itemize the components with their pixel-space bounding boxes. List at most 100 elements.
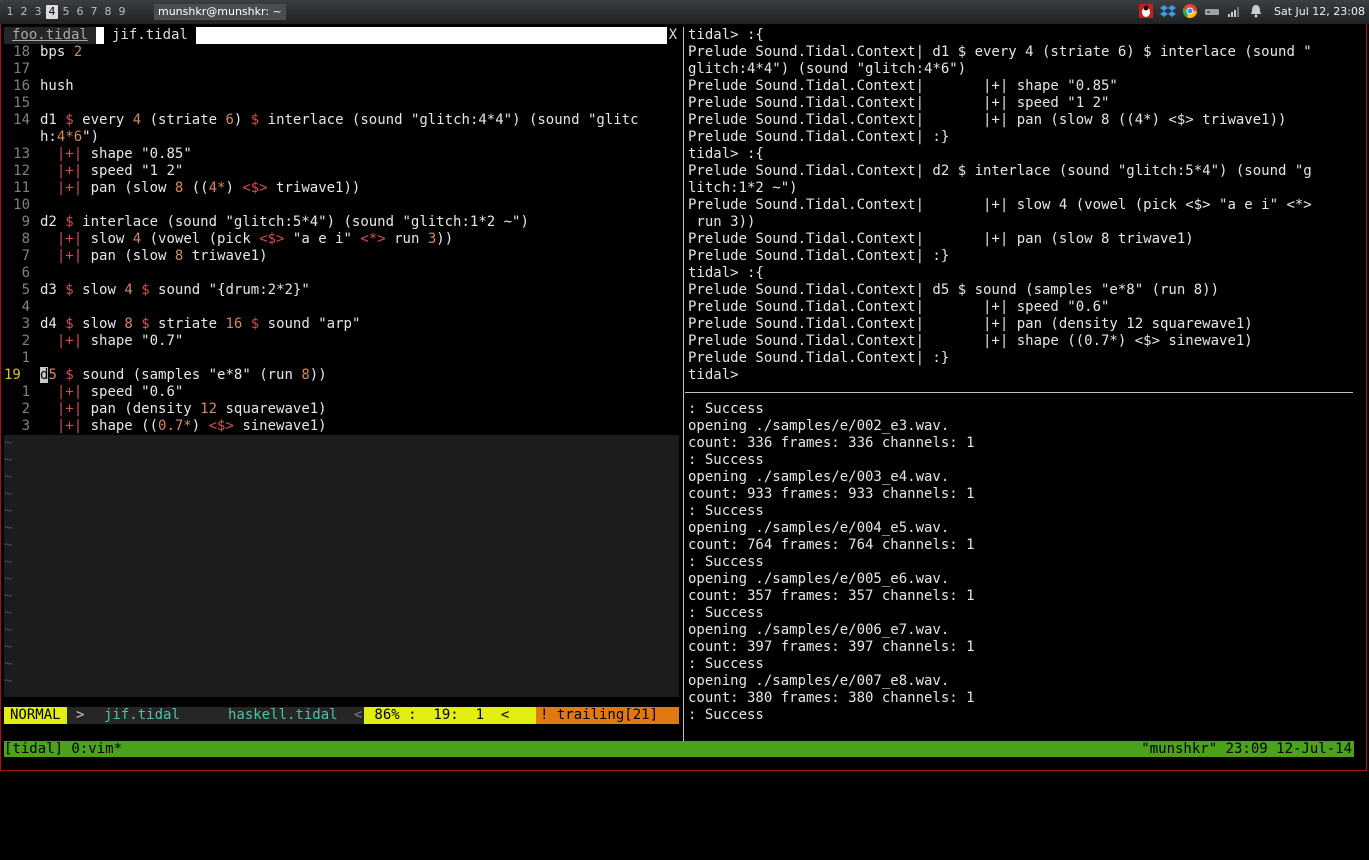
code-line[interactable]: 13 |+| shape "0.85": [4, 146, 678, 163]
vim-editor-pane[interactable]: foo.tidal jif.tidal X 18 bps 2 17 16 hush 15 1…: [4, 27, 679, 724]
trailing-whitespace-warning: ! trailing[21]: [536, 707, 679, 724]
tux-icon[interactable]: [1138, 3, 1154, 19]
workspace-8[interactable]: 8: [102, 5, 114, 19]
line-number: 1: [21, 350, 30, 366]
vim-statusline: NORMAL > jif.tidal haskell.tidal < 86% :…: [4, 707, 679, 724]
code-line[interactable]: 12 |+| speed "1 2": [4, 163, 678, 180]
code-line[interactable]: 9 d2 $ interlace (sound "glitch:5*4") (so…: [4, 214, 678, 231]
workspace-2[interactable]: 2: [18, 5, 30, 19]
log-line: : Success: [688, 656, 764, 672]
repl-line: Prelude Sound.Tidal.Context| |+| pan (sl…: [688, 231, 1194, 247]
line-number: 17: [13, 61, 30, 77]
drive-icon[interactable]: [1204, 3, 1220, 19]
log-line: opening ./samples/e/007_e8.wav.: [688, 673, 950, 689]
code-line[interactable]: 19 d5 $ sound (samples "e*8" (run 8)): [4, 367, 678, 384]
code-line[interactable]: 1: [4, 350, 678, 367]
line-number: 14: [13, 112, 30, 128]
code-line[interactable]: 7 |+| pan (slow 8 triwave1): [4, 248, 678, 265]
close-tab-button[interactable]: X: [667, 27, 679, 44]
tab-jif-tidal[interactable]: jif.tidal: [104, 27, 196, 44]
repl-line: Prelude Sound.Tidal.Context| |+| speed "…: [688, 299, 1110, 315]
repl-line: tidal> :{: [688, 27, 764, 43]
chrome-icon[interactable]: [1182, 3, 1198, 19]
code-text: d2 $ interlace (sound "glitch:5*4") (sou…: [40, 214, 529, 230]
clock[interactable]: Sat Jul 12, 23:08: [1274, 5, 1365, 18]
code-text: bps 2: [40, 44, 83, 60]
code-line[interactable]: 16 hush: [4, 78, 678, 95]
sample-loader-log-pane[interactable]: : Success opening ./samples/e/002_e3.wav.…: [688, 401, 975, 724]
line-number: 19: [4, 367, 21, 383]
code-line[interactable]: 15: [4, 95, 678, 112]
code-text: |+| slow 4 (vowel (pick <$> "a e i" <*> …: [56, 231, 454, 247]
log-line: count: 933 frames: 933 channels: 1: [688, 486, 975, 502]
log-line: : Success: [688, 452, 764, 468]
repl-line: Prelude Sound.Tidal.Context| :}: [688, 129, 950, 145]
empty-line-marker: ~: [4, 622, 13, 638]
statusline-separator: >: [76, 707, 85, 723]
repl-line: Prelude Sound.Tidal.Context| d5 $ sound …: [688, 282, 1220, 298]
repl-line: Prelude Sound.Tidal.Context| :}: [688, 248, 950, 264]
code-line[interactable]: 8 |+| slow 4 (vowel (pick <$> "a e i" <*…: [4, 231, 678, 248]
statusline-filename: jif.tidal: [104, 707, 180, 723]
repl-line: Prelude Sound.Tidal.Context| |+| shape "…: [688, 78, 1118, 94]
line-number: 12: [13, 163, 30, 179]
repl-line: Prelude Sound.Tidal.Context| |+| slow 4 …: [688, 197, 1312, 213]
code-text: hush: [40, 78, 74, 94]
code-line[interactable]: 2 |+| pan (density 12 squarewave1): [4, 401, 678, 418]
repl-line: Prelude Sound.Tidal.Context| d2 $ interl…: [688, 163, 1312, 179]
code-line[interactable]: 3 d4 $ slow 8 $ striate 16 $ sound "arp": [4, 316, 678, 333]
empty-line-marker: ~: [4, 571, 13, 587]
code-text: |+| shape ((0.7*) <$> sinewave1): [56, 418, 327, 434]
log-line: count: 380 frames: 380 channels: 1: [688, 690, 975, 706]
code-line[interactable]: 10: [4, 197, 678, 214]
empty-line-marker: ~: [4, 469, 13, 485]
code-text: d5 $ sound (samples "e*8" (run 8)): [40, 367, 327, 383]
line-number: 2: [21, 333, 30, 349]
code-line[interactable]: 3 |+| shape ((0.7*) <$> sinewave1): [4, 418, 678, 435]
code-line[interactable]: 11 |+| pan (slow 8 ((4*) <$> triwave1)): [4, 180, 678, 197]
repl-line: Prelude Sound.Tidal.Context| |+| speed "…: [688, 95, 1110, 111]
log-line: count: 764 frames: 764 channels: 1: [688, 537, 975, 553]
bell-icon[interactable]: [1248, 3, 1264, 19]
repl-line: tidal> :{: [688, 265, 764, 281]
code-line[interactable]: 14 d1 $ every 4 (striate 6) $ interlace (…: [4, 112, 678, 129]
active-window-title[interactable]: munshkr@munshkr: ~: [154, 4, 286, 20]
workspace-7[interactable]: 7: [88, 5, 100, 19]
pane-divider-vertical[interactable]: [683, 27, 684, 742]
workspace-6[interactable]: 6: [74, 5, 86, 19]
empty-line-marker: ~: [4, 639, 13, 655]
line-number: 16: [13, 78, 30, 94]
code-text: |+| speed "1 2": [56, 163, 184, 179]
workspace-4[interactable]: 4: [46, 5, 58, 19]
code-line[interactable]: 17: [4, 61, 678, 78]
line-number: 4: [21, 299, 30, 315]
ghci-repl-pane[interactable]: tidal> :{Prelude Sound.Tidal.Context| d1…: [688, 27, 1312, 384]
code-text: |+| pan (slow 8 triwave1): [56, 248, 268, 264]
dropbox-icon[interactable]: [1160, 3, 1176, 19]
tmux-window-list[interactable]: [tidal] 0:vim*: [4, 741, 122, 757]
log-line: opening ./samples/e/005_e6.wav.: [688, 571, 950, 587]
code-line[interactable]: 4: [4, 299, 678, 316]
log-line: opening ./samples/e/006_e7.wav.: [688, 622, 950, 638]
tab-foo-tidal[interactable]: foo.tidal: [4, 27, 96, 44]
line-number: 15: [13, 95, 30, 111]
code-line[interactable]: h:4*6"): [4, 129, 678, 146]
code-line[interactable]: 6: [4, 265, 678, 282]
mode-indicator: NORMAL: [4, 707, 67, 724]
workspace-3[interactable]: 3: [32, 5, 44, 19]
repl-line: tidal>: [688, 367, 739, 383]
network-icon[interactable]: [1226, 3, 1242, 19]
code-line[interactable]: 2 |+| shape "0.7": [4, 333, 678, 350]
code-line[interactable]: 5 d3 $ slow 4 $ sound "{drum:2*2}": [4, 282, 678, 299]
workspace-1[interactable]: 1: [4, 5, 16, 19]
code-text: |+| shape "0.7": [56, 333, 184, 349]
pane-divider-horizontal[interactable]: [685, 392, 1353, 393]
code-text: |+| shape "0.85": [56, 146, 192, 162]
code-line[interactable]: 1 |+| speed "0.6": [4, 384, 678, 401]
code-line[interactable]: 18 bps 2: [4, 44, 678, 61]
workspace-5[interactable]: 5: [60, 5, 72, 19]
statusline-separator: <: [354, 707, 363, 723]
workspace-9[interactable]: 9: [116, 5, 128, 19]
line-number: 7: [21, 248, 30, 264]
empty-line-marker: ~: [4, 673, 13, 689]
